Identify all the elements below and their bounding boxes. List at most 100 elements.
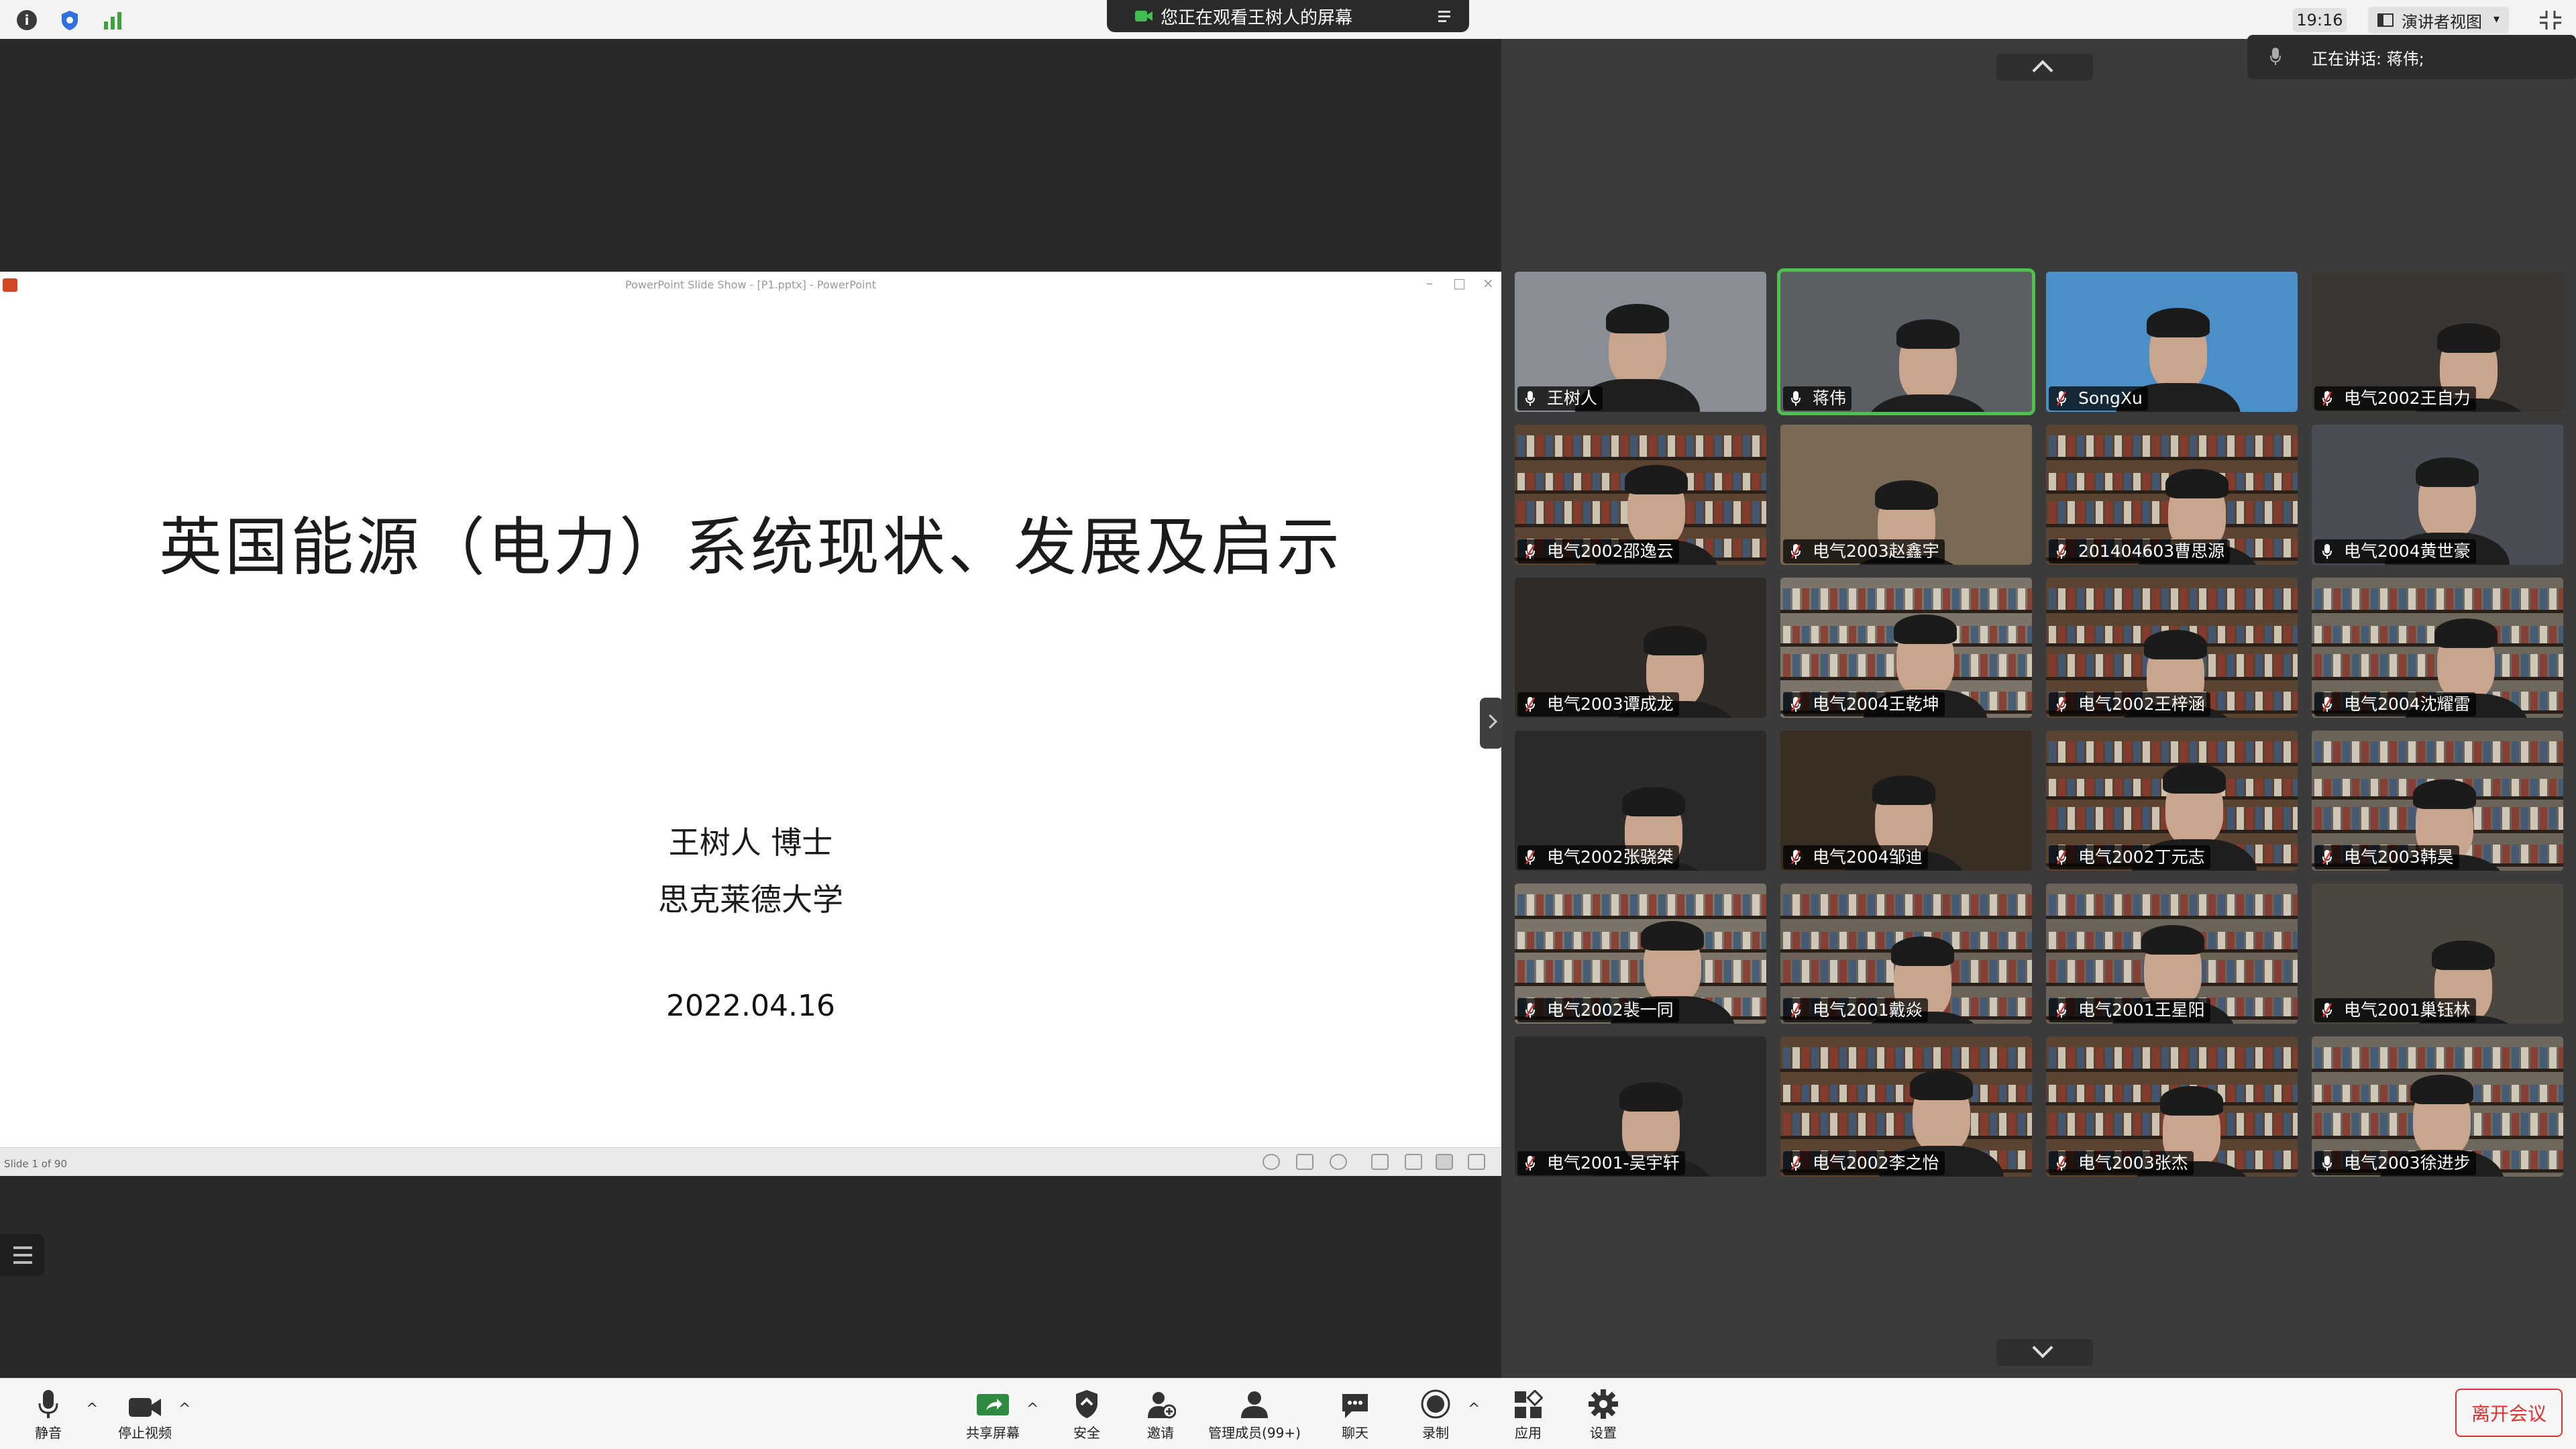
participant-name: 电气2002李之怡: [1813, 1153, 1939, 1173]
viewing-share-banner[interactable]: 您正在观看王树人的屏幕: [1107, 0, 1469, 32]
chat-button[interactable]: 聊天: [1315, 1386, 1395, 1442]
signal-strength-icon[interactable]: [101, 8, 125, 32]
participant-name: 电气2004黄世豪: [2344, 541, 2471, 561]
participant-name: 电气2003赵鑫宇: [1813, 541, 1939, 561]
muted-microphone-icon: [1525, 544, 1535, 559]
side-panel-toggle-button[interactable]: [0, 1234, 44, 1276]
shield-icon[interactable]: [58, 8, 82, 32]
mute-label: 静音: [35, 1425, 62, 1441]
participant-tile[interactable]: 蒋伟: [1777, 268, 2035, 415]
participant-tile[interactable]: 电气2004王乾坤: [1780, 578, 2032, 718]
speaker-view-button[interactable]: 演讲者视图 ▾: [2368, 7, 2509, 34]
collapse-gallery-handle[interactable]: [1480, 698, 1503, 749]
participant-name: 蒋伟: [1813, 388, 1847, 408]
speaking-text: 正在讲话: 蒋伟;: [2312, 49, 2424, 68]
stop-video-label: 停止视频: [118, 1425, 172, 1441]
participant-tile[interactable]: 电气2002李之怡: [1780, 1036, 2032, 1177]
participant-hair: [1625, 465, 1688, 494]
info-icon[interactable]: i: [15, 8, 39, 32]
video-options-chevron[interactable]: ^: [178, 1401, 191, 1417]
share-screen-button[interactable]: 共享屏幕: [953, 1386, 1033, 1442]
stop-video-button[interactable]: 停止视频: [105, 1386, 185, 1442]
participant-tile[interactable]: 电气2001王星阳: [2046, 883, 2298, 1024]
normal-view-icon: [1371, 1154, 1389, 1170]
participant-tile[interactable]: 电气2004黄世豪: [2312, 425, 2563, 565]
participant-name: 王树人: [1547, 388, 1598, 408]
participant-tile[interactable]: 电气2002丁元志: [2046, 731, 2298, 871]
participant-tile[interactable]: 电气2002张骁桀: [1515, 731, 1766, 871]
leave-meeting-button[interactable]: 离开会议: [2455, 1389, 2563, 1437]
gear-icon: [1589, 1389, 1618, 1419]
participant-tile[interactable]: 电气2001戴焱: [1780, 883, 2032, 1024]
muted-microphone-icon: [2057, 1003, 2066, 1018]
speaker-view-label: 演讲者视图: [2402, 12, 2482, 32]
participant-name: 电气2004王乾坤: [1813, 694, 1939, 714]
participant-tile[interactable]: 电气2003徐进步: [2312, 1036, 2563, 1177]
participant-tile[interactable]: 电气2001巢钰林: [2312, 883, 2563, 1024]
muted-microphone-icon: [2057, 544, 2066, 559]
participant-name-label: 电气2002裴一同: [1517, 998, 1679, 1022]
participant-tile[interactable]: 电气2004沈耀雷: [2312, 578, 2563, 718]
minimize-icon: –: [1426, 275, 1433, 291]
settings-button[interactable]: 设置: [1563, 1386, 1644, 1442]
participant-tile[interactable]: 电气2002王梓涵: [2046, 578, 2298, 718]
security-button[interactable]: 安全: [1046, 1386, 1127, 1442]
participant-name-label: 电气2002邵逸云: [1517, 539, 1679, 564]
participant-tile[interactable]: 电气2004邹迪: [1780, 731, 2032, 871]
chevron-down-icon: ▾: [2493, 12, 2500, 26]
participant-tile[interactable]: 电气2003韩昊: [2312, 731, 2563, 871]
participant-tile[interactable]: 电气2002裴一同: [1515, 883, 1766, 1024]
mute-button[interactable]: 静音: [8, 1386, 89, 1442]
muted-microphone-icon: [2322, 697, 2332, 712]
participant-name: 电气2004邹迪: [1813, 847, 1923, 867]
exit-fullscreen-icon[interactable]: [2537, 8, 2564, 32]
participant-tile[interactable]: SongXu: [2046, 272, 2298, 412]
record-options-chevron[interactable]: ^: [1468, 1401, 1480, 1417]
muted-microphone-icon: [1525, 1003, 1535, 1018]
record-button[interactable]: 录制: [1395, 1386, 1476, 1442]
muted-microphone-icon: [2322, 850, 2332, 865]
gallery-previous-page-button[interactable]: [1996, 54, 2093, 81]
audio-options-chevron[interactable]: ^: [86, 1401, 98, 1417]
participant-name-label: 电气2003张杰: [2049, 1151, 2194, 1175]
view-options-icon[interactable]: [1436, 7, 1456, 25]
gallery-next-page-button[interactable]: [1996, 1337, 2093, 1366]
muted-microphone-icon: [1791, 697, 1801, 712]
participants-button[interactable]: 管理成员(99+): [1194, 1386, 1315, 1442]
slide-window-title: PowerPoint Slide Show - [P1.pptx] - Powe…: [0, 272, 1501, 299]
participant-name-label: 电气2002张骁桀: [1517, 845, 1679, 869]
muted-microphone-icon: [2322, 1003, 2332, 1018]
muted-microphone-icon: [1525, 1156, 1535, 1171]
participant-name-label: 电气2002王自力: [2314, 386, 2476, 411]
participant-tile[interactable]: 电气2003赵鑫宇: [1780, 425, 2032, 565]
participant-tile[interactable]: 电气2003张杰: [2046, 1036, 2298, 1177]
participant-name: 电气2004沈耀雷: [2344, 694, 2471, 714]
participant-tile[interactable]: 电气2002邵逸云: [1515, 425, 1766, 565]
muted-microphone-icon: [2057, 850, 2066, 865]
participants-label: 管理成员(99+): [1208, 1425, 1301, 1441]
participant-name-label: 电气2001戴焱: [1783, 998, 1928, 1022]
participant-tile[interactable]: 电气2001-吴宇轩: [1515, 1036, 1766, 1177]
microphone-icon: [2322, 544, 2332, 559]
participant-hair: [2144, 630, 2207, 659]
invite-button[interactable]: 邀请: [1120, 1386, 1201, 1442]
participant-tile[interactable]: 201404603曹思源: [2046, 425, 2298, 565]
participant-name-label: 王树人: [1517, 386, 1603, 411]
participant-name-label: 电气2004邹迪: [1783, 845, 1928, 869]
participant-hair: [2416, 458, 2479, 487]
settings-label: 设置: [1590, 1425, 1617, 1441]
participant-hair: [1622, 787, 1685, 816]
add-user-icon: [1148, 1392, 1176, 1419]
participant-name: 电气2003徐进步: [2344, 1153, 2471, 1173]
security-label: 安全: [1073, 1425, 1100, 1441]
participant-tile[interactable]: 电气2002王自力: [2312, 272, 2563, 412]
apps-button[interactable]: 应用: [1488, 1386, 1568, 1442]
muted-microphone-icon: [1525, 697, 1535, 712]
participant-tile[interactable]: 王树人: [1515, 272, 1766, 412]
participant-name: 电气2001戴焱: [1813, 1000, 1923, 1020]
next-slide-icon: [1330, 1154, 1347, 1170]
participant-hair: [1872, 775, 1935, 805]
participant-tile[interactable]: 电气2003谭成龙: [1515, 578, 1766, 718]
share-options-chevron[interactable]: ^: [1026, 1401, 1038, 1417]
slide-university: 思克莱德大学: [658, 881, 843, 918]
